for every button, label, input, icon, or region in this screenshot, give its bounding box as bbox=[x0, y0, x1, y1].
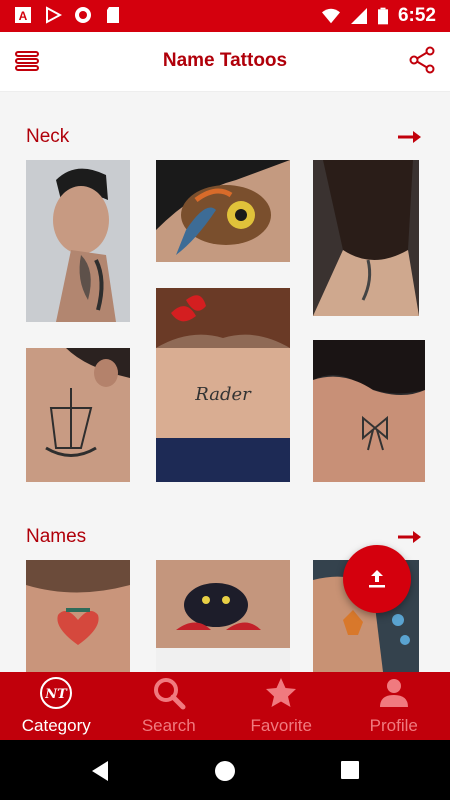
thumbnail-image[interactable]: Rader bbox=[156, 288, 290, 482]
nav-label-search: Search bbox=[141, 716, 196, 735]
nav-label-favorite: Favorite bbox=[250, 716, 312, 735]
thumbnail-image[interactable] bbox=[156, 160, 290, 262]
arrow-right-icon[interactable] bbox=[398, 530, 422, 544]
recents-icon[interactable] bbox=[340, 760, 360, 780]
wifi-icon bbox=[321, 8, 340, 24]
thumbnail-image[interactable] bbox=[26, 160, 130, 322]
nav-item-profile[interactable]: Profile bbox=[338, 672, 450, 740]
svg-text:A: A bbox=[19, 9, 28, 23]
status-bar: A 6:52 bbox=[0, 0, 450, 32]
nav-item-category[interactable]: NT Category bbox=[0, 672, 113, 740]
nav-label-category: Category bbox=[21, 716, 91, 735]
thumbnail-image[interactable] bbox=[156, 560, 290, 672]
arrow-right-icon[interactable] bbox=[398, 130, 422, 144]
status-time: 6:52 bbox=[397, 5, 436, 26]
nt-logo-icon: NT bbox=[40, 677, 73, 709]
sd-card-icon bbox=[107, 7, 119, 23]
thumbnail-image[interactable] bbox=[313, 340, 425, 482]
nav-item-favorite[interactable]: Favorite bbox=[225, 672, 338, 740]
bottom-nav: NT Category Search Favorite Profile bbox=[0, 672, 450, 740]
app-bar: Name Tattoos bbox=[0, 32, 450, 92]
svg-text:NT: NT bbox=[44, 687, 68, 702]
section-title-names: Names bbox=[26, 526, 87, 547]
home-icon[interactable] bbox=[214, 760, 236, 782]
share-icon[interactable] bbox=[408, 46, 436, 74]
signal-icon bbox=[350, 8, 367, 24]
section-title-neck: Neck bbox=[26, 126, 70, 147]
page-title: Name Tattoos bbox=[162, 50, 288, 71]
nav-item-search[interactable]: Search bbox=[113, 672, 226, 740]
upload-icon bbox=[369, 570, 385, 588]
category-list[interactable]: Neck Rader Names bbox=[0, 92, 450, 672]
upload-button[interactable] bbox=[343, 545, 411, 613]
play-store-icon bbox=[46, 6, 62, 24]
search-icon bbox=[153, 678, 186, 710]
nav-label-profile: Profile bbox=[369, 716, 418, 735]
thumbnail-image[interactable] bbox=[313, 160, 419, 316]
system-nav-bar bbox=[0, 740, 450, 800]
back-icon[interactable] bbox=[90, 760, 110, 782]
svg-text:Rader: Rader bbox=[194, 384, 252, 405]
profile-icon bbox=[379, 679, 408, 707]
thumbnail-image[interactable] bbox=[26, 560, 130, 672]
record-icon bbox=[75, 7, 91, 23]
autocad-icon: A bbox=[15, 7, 31, 23]
thumbnail-image[interactable] bbox=[26, 348, 130, 482]
battery-icon bbox=[377, 7, 388, 25]
star-icon bbox=[266, 678, 297, 707]
